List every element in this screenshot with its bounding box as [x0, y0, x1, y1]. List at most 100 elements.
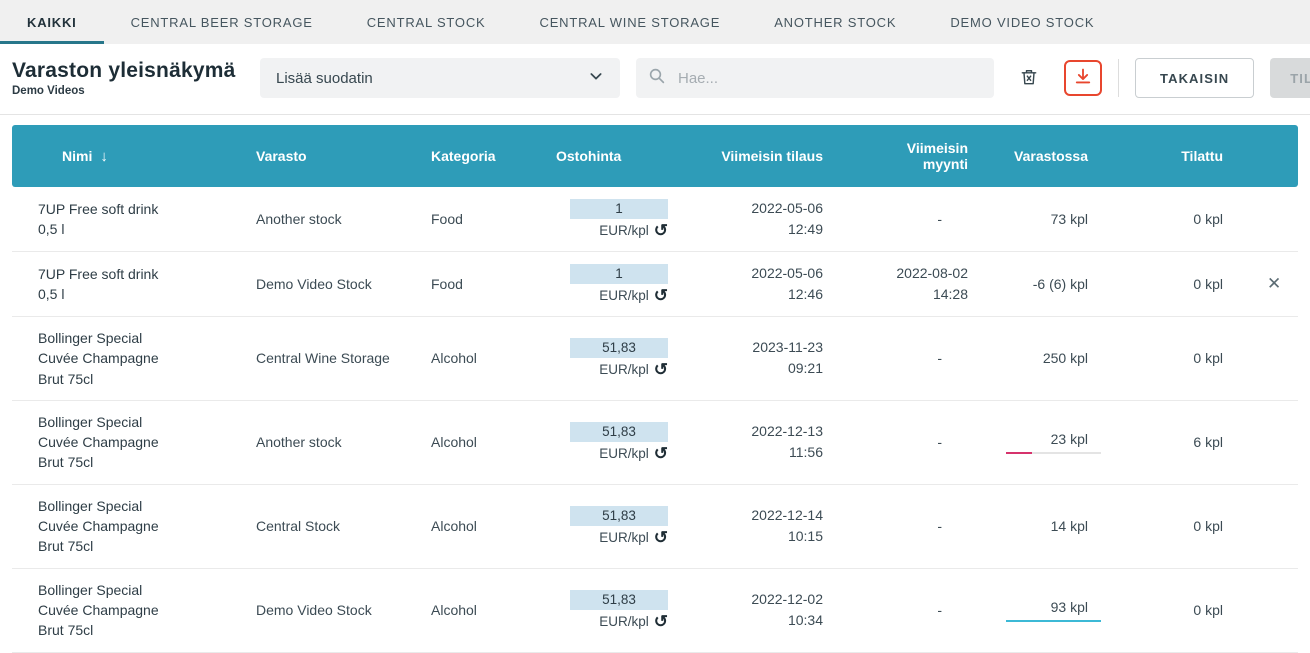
last-order-time: 09:21	[706, 358, 823, 379]
search-input[interactable]	[676, 69, 982, 88]
product-name-cell: 7UP Free soft drink0,5 l	[12, 264, 222, 305]
in-stock-value: 250 kpl	[1006, 350, 1088, 366]
price-unit: EUR/kpl↺	[556, 222, 668, 239]
ordered-cell: 0 kpl	[1114, 211, 1249, 227]
product-name-cell: Bollinger SpecialCuvée ChampagneBrut 75c…	[12, 496, 222, 557]
price-history-icon[interactable]: ↺	[654, 361, 668, 378]
last-sale-cell: -	[849, 209, 994, 230]
stock-level-bar-fill	[1006, 452, 1032, 454]
tab-kaikki[interactable]: KAIKKI	[0, 0, 104, 44]
price-value: 51,83	[570, 590, 668, 610]
no-sale-dash: -	[937, 209, 942, 230]
purchase-price-cell: 51,83 EUR/kpl ↺	[544, 590, 694, 630]
purchase-price-cell: 51,83EUR/kpl↺	[544, 422, 694, 462]
tab-central-wine-storage[interactable]: CENTRAL WINE STORAGE	[513, 0, 748, 44]
price-value: 51,83	[570, 422, 668, 442]
last-order-cell: 2022-12-1410:15	[694, 505, 849, 547]
product-name-cell: Bollinger SpecialCuvée ChampagneBrut 75c…	[12, 328, 222, 389]
in-stock-cell: 73 kpl	[994, 211, 1114, 227]
price-history-icon[interactable]: ↺	[654, 287, 668, 304]
price-unit-label: EUR/kpl	[599, 614, 649, 629]
column-header-viimeisin-myynti[interactable]: Viimeisin myynti	[849, 140, 994, 172]
price-unit-label: EUR/kpl	[599, 288, 649, 303]
category-cell: Alcohol	[419, 350, 544, 366]
warehouse-cell: Central Wine Storage	[244, 348, 419, 368]
page-title: Varaston yleisnäkymä	[12, 59, 244, 83]
clear-filters-button[interactable]	[1010, 59, 1048, 97]
product-name-cell: Bollinger SpecialCuvée ChampagneBrut 75c…	[12, 580, 222, 641]
stock-level-bar	[1006, 620, 1101, 622]
trash-icon	[1019, 67, 1039, 90]
table-row[interactable]: Bollinger SpecialCuvée ChampagneBrut 75c…	[12, 317, 1298, 401]
warehouse-cell: Demo Video Stock	[244, 600, 419, 620]
tab-demo-video-stock[interactable]: DEMO VIDEO STOCK	[923, 0, 1121, 44]
last-order-date: 2022-05-06	[706, 263, 823, 284]
column-header-ostohinta[interactable]: Ostohinta	[544, 148, 694, 164]
column-header-label: Ostohinta	[556, 148, 621, 164]
purchase-price-cell: 1EUR/kpl↺	[544, 199, 694, 239]
tab-another-stock[interactable]: ANOTHER STOCK	[747, 0, 923, 44]
price-history-icon[interactable]: ↺	[654, 529, 668, 546]
last-order-cell: 2022-12-1311:56	[694, 421, 849, 463]
table-row[interactable]: Bollinger SpecialCuvée ChampagneBrut 75c…	[12, 569, 1298, 653]
order-button: TILAUS	[1270, 58, 1310, 98]
no-sale-dash: -	[937, 600, 942, 621]
chevron-down-icon	[588, 68, 604, 88]
column-header-label: Nimi	[62, 148, 92, 164]
table-row[interactable]: 7UP Free soft drink0,5 l Demo Video Stock…	[12, 252, 1298, 317]
column-header-tilattu[interactable]: Tilattu	[1114, 148, 1249, 164]
product-name-cell: 7UP Free soft drink0,5 l	[12, 199, 222, 240]
last-order-date: 2023-11-23	[706, 337, 823, 358]
price-value: 1	[570, 264, 668, 284]
table-row[interactable]: Bollinger SpecialCuvée ChampagneBrut 75c…	[12, 401, 1298, 485]
last-sale-cell: 2022-08-0214:28	[849, 263, 994, 305]
last-order-time: 10:34	[706, 610, 823, 631]
column-header-viimeisin-tilaus[interactable]: Viimeisin tilaus	[694, 148, 849, 164]
back-button[interactable]: TAKAISIN	[1135, 58, 1254, 98]
last-sale-cell: -	[849, 516, 994, 537]
price-unit: EUR/kpl↺	[556, 361, 668, 378]
table-row[interactable]: 7UP Free soft drink0,5 lAnother stockFoo…	[12, 187, 1298, 252]
warehouse-cell: Another stock	[244, 209, 419, 229]
page-header: Varaston yleisnäkymä Demo Videos Lisää s…	[0, 44, 1310, 114]
download-button[interactable]	[1064, 60, 1102, 96]
last-sale-time: 14:28	[861, 284, 968, 305]
in-stock-value: 14 kpl	[1006, 518, 1088, 534]
last-sale-cell: -	[849, 348, 994, 369]
category-cell: Food	[419, 276, 544, 292]
price-history-icon[interactable]: ↺	[654, 445, 668, 462]
table-header: Nimi ↓ VarastoKategoria Ostohinta Viimeisin …	[12, 125, 1298, 187]
in-stock-value: 23 kpl	[1006, 431, 1088, 447]
tab-central-stock[interactable]: CENTRAL STOCK	[340, 0, 513, 44]
price-unit: EUR/kpl ↺	[556, 613, 668, 630]
price-history-icon[interactable]: ↺	[654, 613, 668, 630]
product-name-cell: Bollinger SpecialCuvée ChampagneBrut 75c…	[12, 412, 222, 473]
download-icon	[1073, 67, 1093, 90]
filter-dropdown[interactable]: Lisää suodatin	[260, 58, 620, 98]
last-order-date: 2022-12-14	[706, 505, 823, 526]
close-row-button[interactable]: ✕	[1261, 272, 1287, 296]
last-order-date: 2022-12-02	[706, 589, 823, 610]
tab-central-beer-storage[interactable]: CENTRAL BEER STORAGE	[104, 0, 340, 44]
stock-level-bar	[1006, 452, 1101, 454]
in-stock-cell: -6 (6) kpl	[994, 276, 1114, 292]
warehouse-cell: Demo Video Stock	[244, 274, 419, 294]
price-unit-label: EUR/kpl	[599, 530, 649, 545]
column-header-kategoria[interactable]: Kategoria	[419, 148, 544, 164]
table-row[interactable]: Bollinger SpecialCuvée ChampagneBrut 75c…	[12, 485, 1298, 569]
in-stock-value: 73 kpl	[1006, 211, 1088, 227]
purchase-price-cell: 51,83EUR/kpl↺	[544, 338, 694, 378]
stock-level-bar-fill	[1006, 620, 1101, 622]
column-header-label: Varastossa	[1014, 148, 1088, 164]
column-header-nimi[interactable]: Nimi ↓	[12, 148, 244, 165]
sort-desc-icon: ↓	[100, 148, 108, 165]
price-value: 51,83	[570, 506, 668, 526]
last-order-time: 10:15	[706, 526, 823, 547]
column-header-label: Viimeisin myynti	[907, 140, 968, 172]
no-sale-dash: -	[937, 432, 942, 453]
table-body: 7UP Free soft drink0,5 l Another stock Foo…	[12, 187, 1298, 653]
column-header-varasto[interactable]: Varasto	[244, 148, 419, 164]
purchase-price-cell: 1 EUR/kpl ↺	[544, 264, 694, 304]
price-history-icon[interactable]: ↺	[654, 222, 668, 239]
column-header-varastossa[interactable]: Varastossa	[994, 148, 1114, 164]
